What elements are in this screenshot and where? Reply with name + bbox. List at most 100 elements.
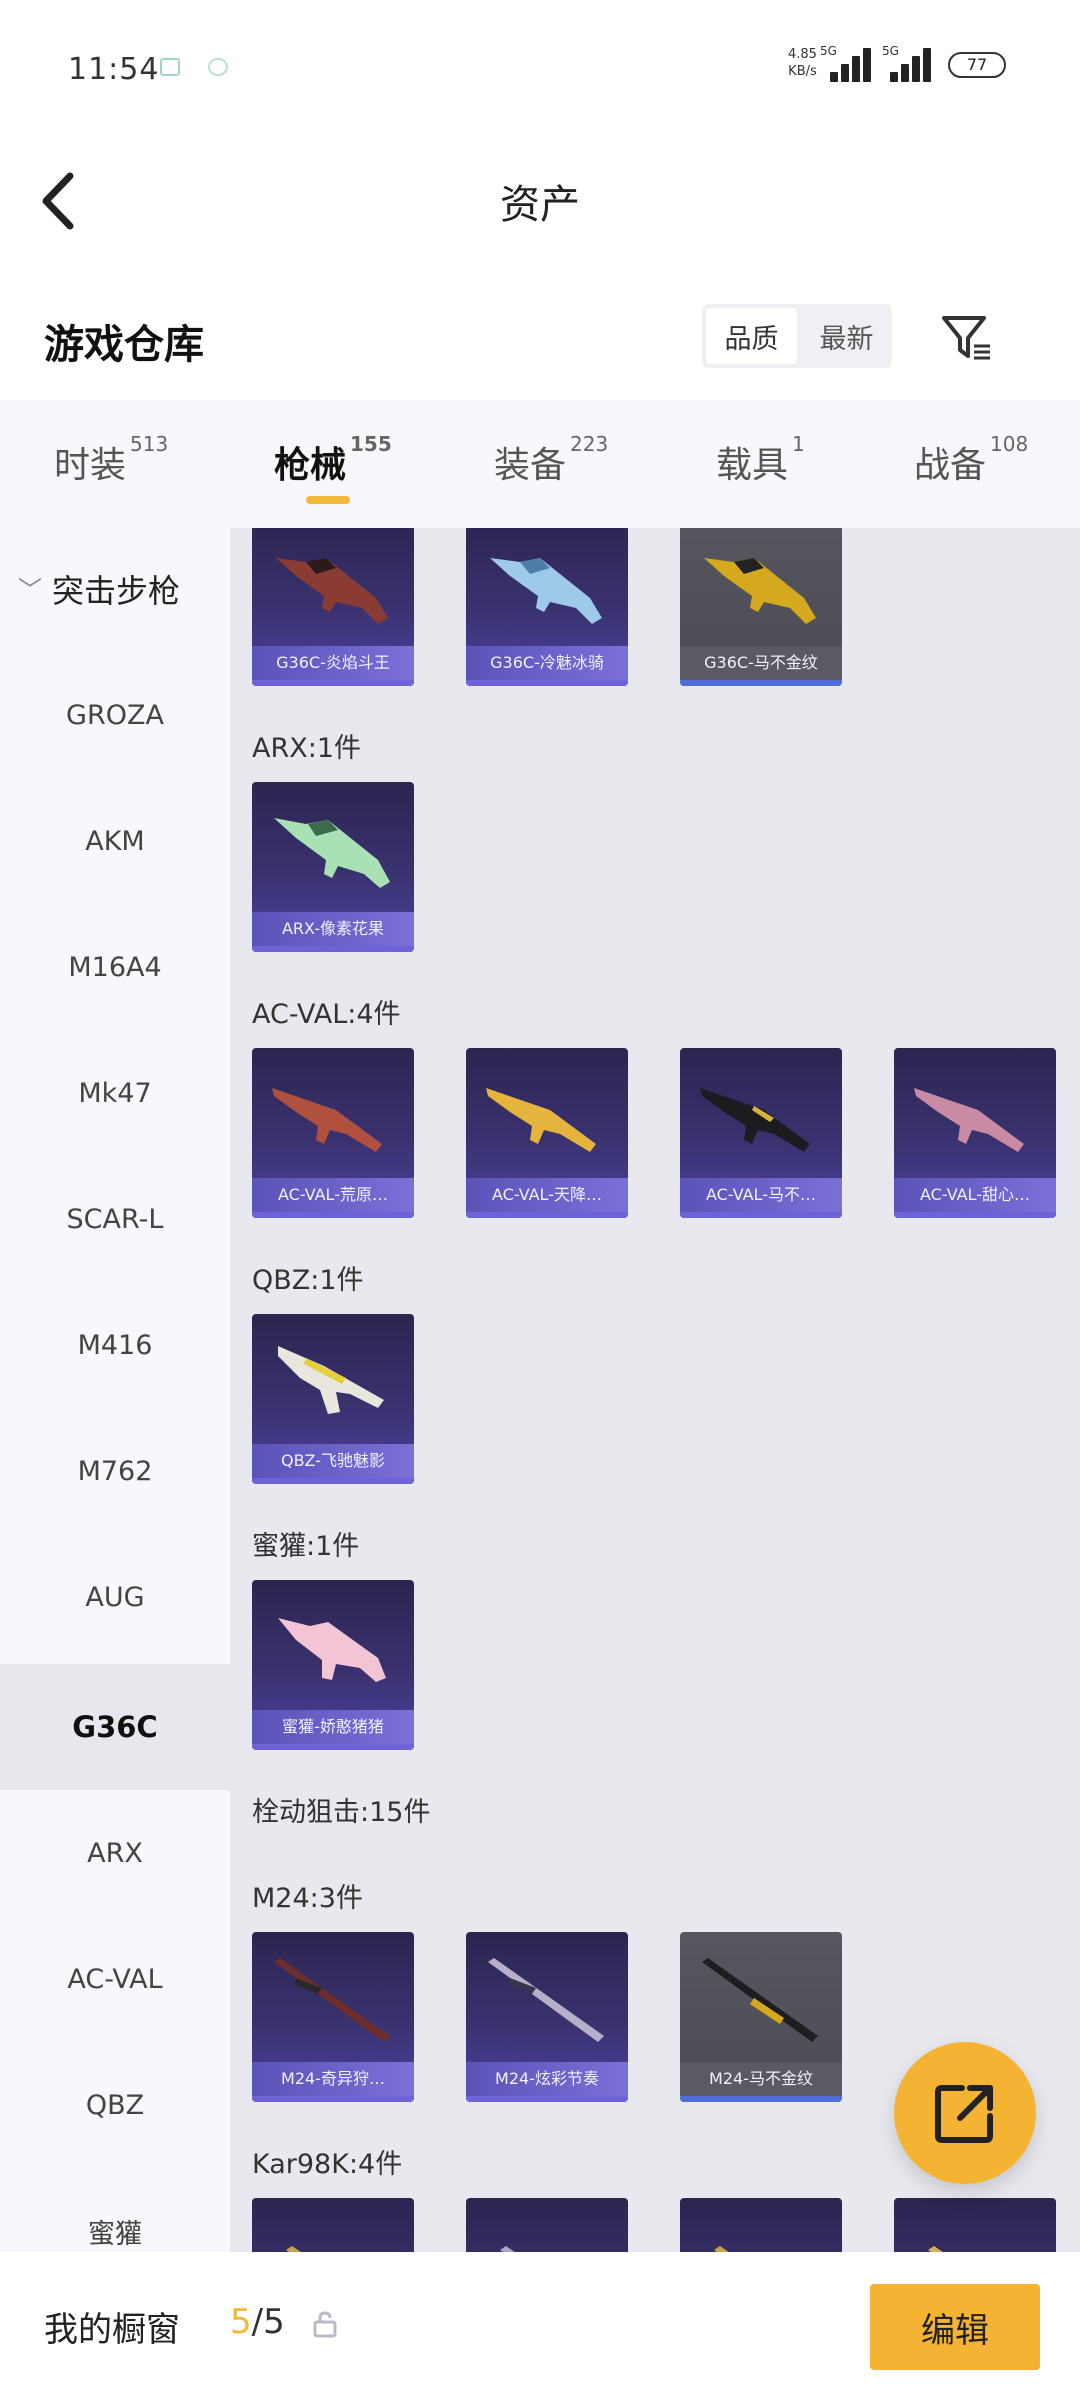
weapon-card[interactable]: QBZ-飞驰魅影 — [252, 1314, 414, 1484]
weapon-card[interactable]: M24-炫彩节奏 — [466, 1932, 628, 2102]
rarity-bar — [252, 1212, 414, 1218]
weapon-name: G36C-马不金纹 — [680, 646, 842, 680]
signal-icon — [830, 46, 876, 82]
weapon-card[interactable] — [680, 2198, 842, 2252]
weapon-card[interactable]: AC-VAL-甜心… — [894, 1048, 1056, 1218]
tab-label: 枪械 — [274, 445, 347, 486]
sniper-rifle-icon — [274, 1958, 390, 2042]
showcase-total: /5 — [251, 2302, 285, 2342]
rarity-bar — [252, 1478, 414, 1484]
rifle-icon — [272, 1088, 382, 1152]
sidebar-group-assault-rifles[interactable]: ﹀ 突击步枪 — [18, 566, 180, 612]
sidebar-item-mk47[interactable]: Mk47 — [0, 1030, 230, 1156]
sidebar-item-ac-val[interactable]: AC-VAL — [0, 1916, 230, 2042]
sort-quality-button[interactable]: 品质 — [706, 308, 797, 364]
rifle-icon — [700, 1088, 810, 1152]
signal-bar — [923, 48, 931, 82]
share-button[interactable] — [894, 2042, 1036, 2184]
app-notification-icon — [208, 58, 228, 76]
rarity-bar — [252, 1744, 414, 1750]
page-title: 资产 — [500, 182, 580, 228]
tab-count: 513 — [130, 432, 169, 456]
weapon-card[interactable]: AC-VAL-天降… — [466, 1048, 628, 1218]
signal-bar — [841, 64, 849, 82]
weapon-name: QBZ-飞驰魅影 — [252, 1444, 414, 1478]
bottom-bar: 我的橱窗 5/5 编辑 — [0, 2252, 1080, 2400]
header: 资产 — [0, 130, 1080, 270]
sidebar-item-groza[interactable]: GROZA — [0, 652, 230, 778]
filter-button[interactable] — [936, 308, 996, 368]
sniper-rifle-icon — [500, 2246, 515, 2252]
weapon-name: M24-奇异狩… — [252, 2062, 414, 2096]
weapon-sidebar: ﹀ 突击步枪 GROZA AKM M16A4 Mk47 SCAR-L M416 M… — [0, 528, 230, 2252]
section-label-bolt-action: 栓动狙击:15件 — [252, 1797, 431, 1828]
tab-battle-supplies[interactable]: 战备108 — [914, 432, 1028, 488]
section-label-m24: M24:3件 — [252, 1883, 363, 1914]
sidebar-item-qbz[interactable]: QBZ — [0, 2042, 230, 2168]
rifle-icon — [274, 818, 390, 888]
weapon-card[interactable] — [466, 2198, 628, 2252]
rifle-icon — [490, 558, 602, 624]
weapon-name: AC-VAL-天降… — [466, 1178, 628, 1212]
sniper-rifle-icon — [702, 1958, 818, 2042]
sort-newest-button[interactable]: 最新 — [801, 304, 892, 368]
sidebar-item-m16a4[interactable]: M16A4 — [0, 904, 230, 1030]
weapon-card[interactable]: G36C-冷魅冰骑 — [466, 528, 628, 686]
rarity-bar — [680, 680, 842, 686]
sidebar-item-aug[interactable]: AUG — [0, 1534, 230, 1660]
chevron-down-icon: ﹀ — [18, 576, 42, 604]
warehouse-header: 游戏仓库 品质 最新 — [0, 290, 1080, 390]
rarity-bar — [252, 2096, 414, 2102]
rarity-bar — [252, 680, 414, 686]
rarity-bar — [466, 2096, 628, 2102]
page: 11:54 4.85 KB/s 5G 5G 77 资产 游戏仓库 品质 最新 时… — [0, 0, 1080, 2400]
weapon-name: M24-炫彩节奏 — [466, 2062, 628, 2096]
sidebar-item-akm[interactable]: AKM — [0, 778, 230, 904]
tab-label: 时装 — [54, 445, 127, 486]
sidebar-item-g36c[interactable]: G36C — [0, 1664, 230, 1790]
sidebar-item-m762[interactable]: M762 — [0, 1408, 230, 1534]
sniper-rifle-icon — [714, 2246, 729, 2252]
status-time: 11:54 — [68, 52, 160, 87]
sidebar-item-scar-l[interactable]: SCAR-L — [0, 1156, 230, 1282]
tab-fashion[interactable]: 时装513 — [54, 432, 168, 488]
active-tab-indicator — [306, 496, 350, 504]
weapon-card[interactable] — [894, 2198, 1056, 2252]
weapon-card[interactable] — [252, 2198, 414, 2252]
tab-equipment[interactable]: 装备223 — [494, 432, 608, 488]
weapon-name: G36C-炎焰斗王 — [252, 646, 414, 680]
weapon-name: M24-马不金纹 — [680, 2062, 842, 2096]
rifle-icon — [278, 1618, 386, 1682]
signal-bar — [901, 64, 909, 82]
section-label-kar98k: Kar98K:4件 — [252, 2149, 403, 2180]
sidebar-item-honey-badger[interactable]: 蜜獾 — [0, 2168, 230, 2252]
sniper-rifle-icon — [488, 1958, 604, 2042]
weapon-card[interactable]: 蜜獾-娇憨猪猪 — [252, 1580, 414, 1750]
weapon-content: G36C-炎焰斗王 G36C-冷魅冰骑 G36C-马不金纹 ARX:1件 ARX… — [230, 528, 1080, 2252]
weapon-name: G36C-冷魅冰骑 — [466, 646, 628, 680]
rarity-bar — [894, 1212, 1056, 1218]
signal-icon-2 — [890, 46, 936, 82]
weapon-card[interactable]: AC-VAL-荒原… — [252, 1048, 414, 1218]
weapon-card[interactable]: M24-奇异狩… — [252, 1932, 414, 2102]
warehouse-title: 游戏仓库 — [44, 322, 204, 368]
rarity-bar — [466, 1212, 628, 1218]
weapon-card[interactable]: G36C-炎焰斗王 — [252, 528, 414, 686]
weapon-card[interactable]: M24-马不金纹 — [680, 1932, 842, 2102]
weapon-name: 蜜獾-娇憨猪猪 — [252, 1710, 414, 1744]
weapon-card[interactable]: G36C-马不金纹 — [680, 528, 842, 686]
network-speed: 4.85 KB/s — [788, 46, 817, 80]
showcase-label: 我的橱窗 — [44, 2310, 180, 2350]
weapon-card[interactable]: ARX-像素花果 — [252, 782, 414, 952]
weapon-name: AC-VAL-甜心… — [894, 1178, 1056, 1212]
share-external-icon — [935, 2085, 993, 2143]
sidebar-item-arx[interactable]: ARX — [0, 1790, 230, 1916]
edit-button[interactable]: 编辑 — [870, 2284, 1040, 2370]
section-label-qbz: QBZ:1件 — [252, 1265, 364, 1296]
weapon-card[interactable]: AC-VAL-马不… — [680, 1048, 842, 1218]
tab-vehicles[interactable]: 载具1 — [716, 432, 805, 488]
weapon-name: AC-VAL-马不… — [680, 1178, 842, 1212]
signal-bar — [890, 72, 898, 82]
tab-firearms[interactable]: 枪械155 — [274, 432, 392, 488]
sidebar-item-m416[interactable]: M416 — [0, 1282, 230, 1408]
